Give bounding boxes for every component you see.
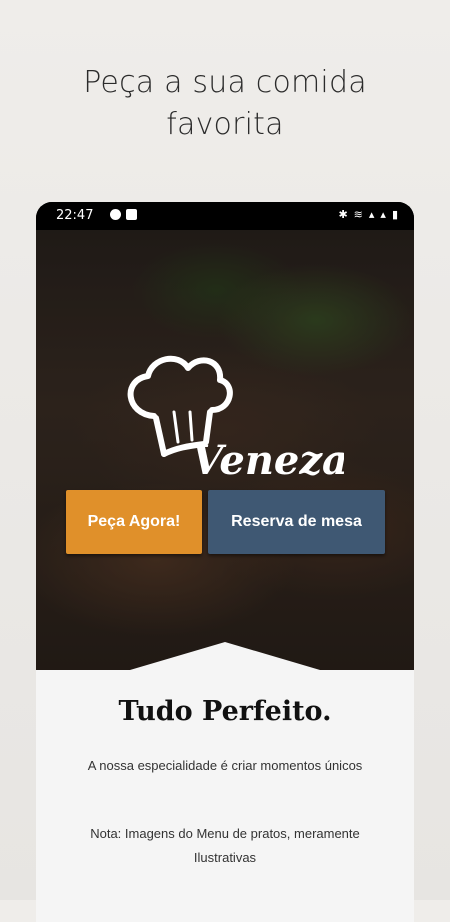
disclaimer-note: Nota: Imagens do Menu de pratos, meramen… <box>90 826 360 865</box>
status-time: 22:47 <box>56 208 94 223</box>
system-icons: ✱ ≋ ▴ ▴ ▮ <box>338 208 398 222</box>
section-divider <box>130 642 320 670</box>
hero-background: Veneza Peça Agora! Reserva de mesa <box>36 230 414 670</box>
battery-icon: ▮ <box>391 209 398 221</box>
signal-icon: ▴ <box>380 209 386 221</box>
phone-frame: 22:47 ✱ ≋ ▴ ▴ ▮ Veneza Peça Agora! Reser… <box>36 202 414 922</box>
reserve-table-button[interactable]: Reserva de mesa <box>208 490 385 554</box>
order-now-button[interactable]: Peça Agora! <box>66 490 202 554</box>
brand-name: Veneza <box>192 437 344 484</box>
wifi-icon: ≋ <box>353 209 363 221</box>
section-title: Tudo Perfeito. <box>118 696 332 727</box>
notification-icon <box>110 209 121 220</box>
status-bar: 22:47 ✱ ≋ ▴ ▴ ▮ <box>36 202 414 230</box>
section-subtitle: A nossa especialidade é criar momentos ú… <box>87 758 363 773</box>
bluetooth-icon: ✱ <box>338 209 348 221</box>
notification-icon <box>126 209 137 220</box>
headline-line-1: Peça a sua comida <box>83 65 367 100</box>
promo-headline: Peça a sua comida favorita <box>0 62 450 146</box>
headline-line-2: favorita <box>166 107 284 142</box>
info-section: Tudo Perfeito. A nossa especialidade é c… <box>36 670 414 922</box>
veneza-logo: Veneza <box>127 355 344 484</box>
signal-icon: ▴ <box>368 209 375 221</box>
notification-icons <box>110 209 137 220</box>
